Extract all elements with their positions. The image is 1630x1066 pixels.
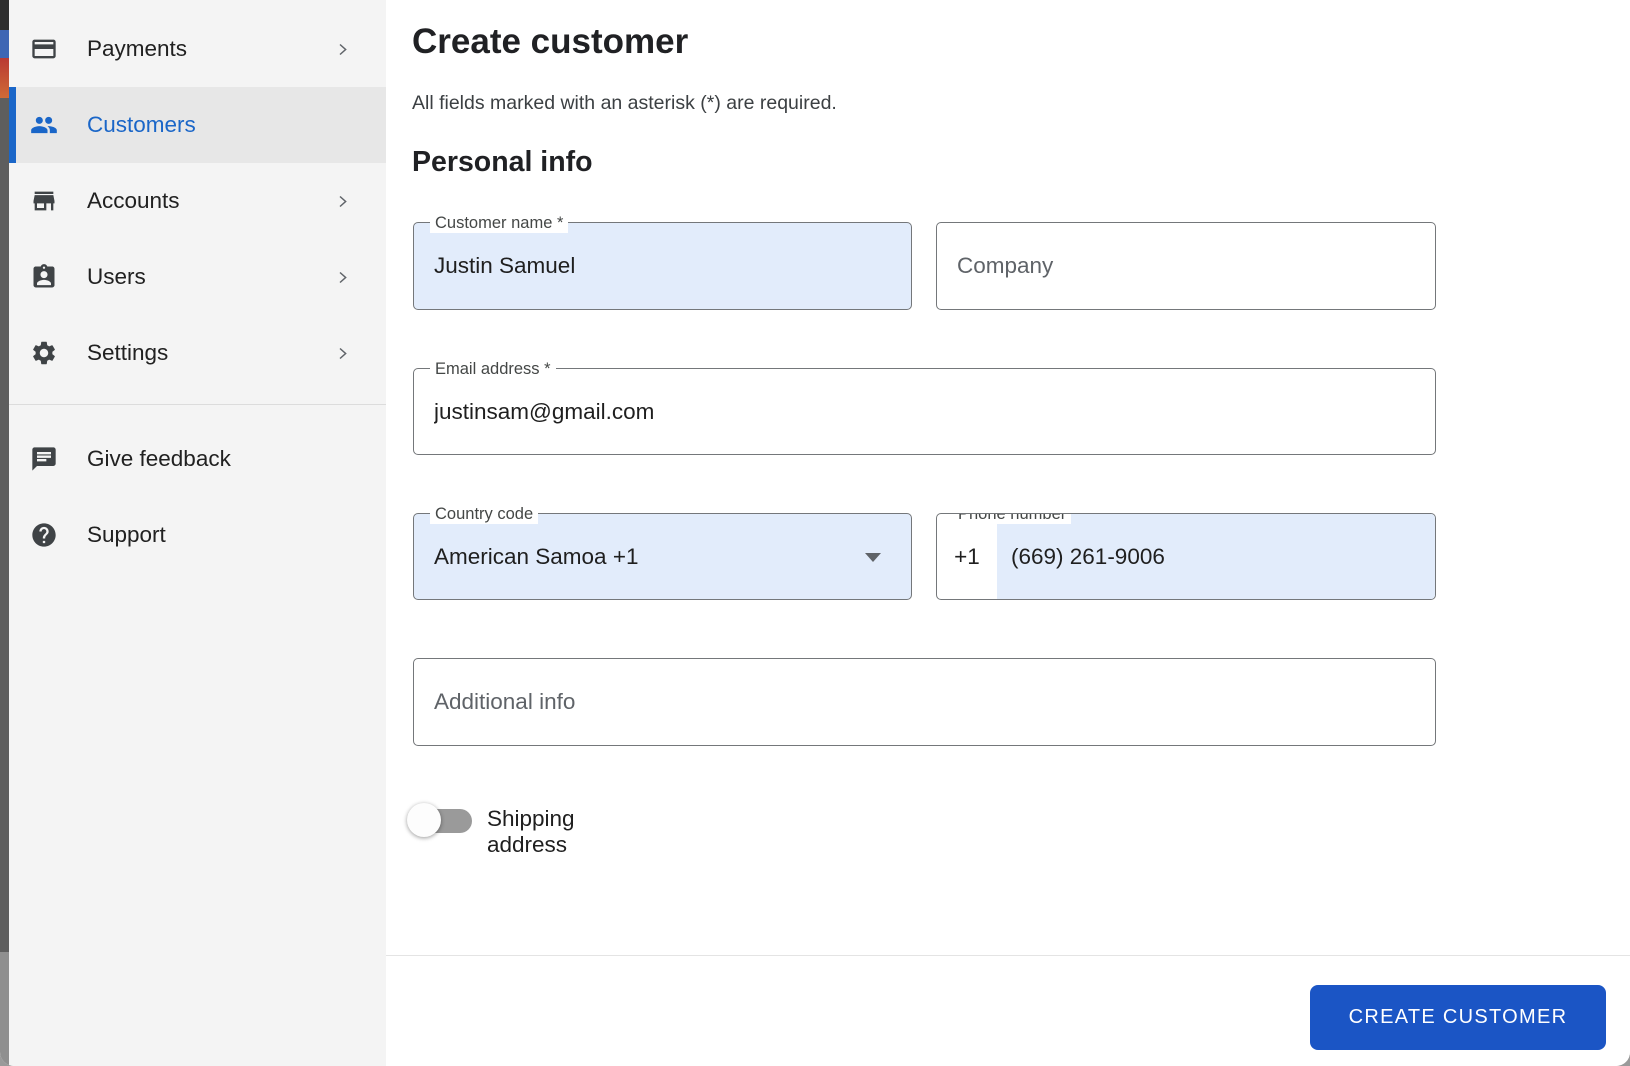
dropdown-caret-icon: [865, 552, 881, 562]
sidebar-divider: [9, 404, 386, 405]
sidebar-item-customers[interactable]: Customers: [9, 87, 386, 163]
sidebar-item-label: Customers: [87, 112, 196, 137]
required-fields-note: All fields marked with an asterisk (*) a…: [412, 92, 837, 114]
selected-indicator-bar: [9, 87, 16, 163]
phone-input-wrap: [997, 514, 1435, 599]
phone-number-input[interactable]: [997, 514, 1435, 599]
sidebar-item-label: Give feedback: [87, 446, 231, 471]
gear-icon: [30, 339, 58, 367]
email-field: Email address *: [413, 359, 1436, 455]
create-customer-window: Payments Customers Accounts Users Settin…: [0, 0, 1630, 1066]
shipping-address-toggle-knob[interactable]: [407, 803, 441, 837]
phone-number-label: Phone number: [953, 514, 1072, 524]
background-window-sliver: [0, 0, 9, 1066]
company-field: [936, 222, 1436, 310]
customer-name-label: Customer name *: [430, 213, 569, 233]
country-code-value: American Samoa +1: [434, 543, 639, 569]
sidebar-item-accounts[interactable]: Accounts: [9, 163, 386, 239]
chevron-right-icon: [335, 346, 350, 361]
sidebar-item-payments[interactable]: Payments: [9, 11, 386, 87]
customer-name-input[interactable]: [414, 223, 911, 309]
background-fragment-red: [0, 58, 9, 98]
storefront-icon: [30, 187, 58, 215]
chevron-right-icon: [335, 194, 350, 209]
chevron-right-icon: [335, 42, 350, 57]
sidebar-item-label: Settings: [87, 340, 169, 365]
phone-prefix: +1: [954, 543, 980, 569]
customer-name-field: Customer name *: [413, 213, 912, 310]
footer-divider: [386, 955, 1630, 956]
email-input[interactable]: [414, 369, 1435, 454]
chevron-right-icon: [335, 270, 350, 285]
shipping-address-label: Shipping address: [487, 806, 575, 857]
create-customer-button[interactable]: CREATE CUSTOMER: [1310, 985, 1606, 1050]
credit-card-icon: [30, 35, 58, 63]
background-fragment-blue: [0, 30, 9, 58]
sidebar-item-settings[interactable]: Settings: [9, 315, 386, 391]
phone-number-field: Phone number +1: [936, 513, 1436, 600]
country-code-select[interactable]: Country code American Samoa +1: [413, 504, 912, 600]
sidebar-item-label: Users: [87, 264, 146, 289]
people-icon: [30, 111, 58, 139]
section-title-personal-info: Personal info: [412, 146, 593, 178]
sidebar-item-support[interactable]: Support: [9, 497, 386, 573]
sidebar-item-users[interactable]: Users: [9, 239, 386, 315]
create-customer-form: Create customer All fields marked with a…: [386, 0, 1630, 1066]
feedback-icon: [30, 445, 58, 473]
sidebar-item-give-feedback[interactable]: Give feedback: [9, 421, 386, 497]
page-title: Create customer: [412, 22, 689, 61]
email-label: Email address *: [430, 359, 556, 379]
sidebar-item-label: Support: [87, 522, 166, 547]
company-input[interactable]: [937, 223, 1435, 309]
background-fragment: [0, 98, 9, 952]
additional-info-field: [413, 658, 1436, 746]
sidebar-item-label: Accounts: [87, 188, 180, 213]
background-fragment: [0, 952, 9, 1066]
badge-icon: [30, 263, 58, 291]
sidebar-item-label: Payments: [87, 36, 188, 61]
additional-info-input[interactable]: [414, 659, 1435, 745]
background-fragment: [0, 0, 9, 30]
sidebar: Payments Customers Accounts Users Settin…: [9, 0, 386, 1066]
help-icon: [30, 521, 58, 549]
